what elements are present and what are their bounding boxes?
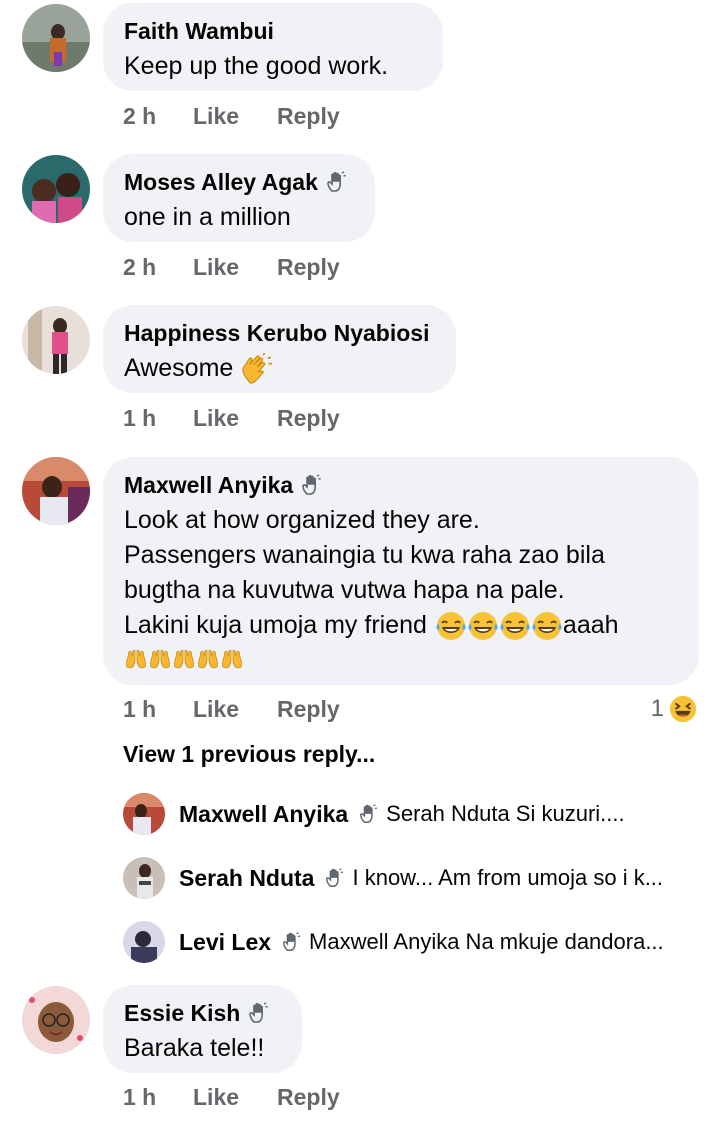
- comment-author[interactable]: Maxwell Anyika: [124, 471, 677, 499]
- avatar[interactable]: [22, 457, 90, 525]
- comment-time[interactable]: 1 h: [123, 1084, 193, 1111]
- comment-line: bugtha na kuvutwa vutwa hapa na pale.: [124, 576, 565, 604]
- like-button[interactable]: Like: [193, 1084, 277, 1111]
- reply-item[interactable]: Maxwell Anyika Serah Nduta Si kuzuri....: [123, 792, 703, 836]
- fan-badge-icon: [247, 1001, 271, 1025]
- avatar[interactable]: [22, 986, 90, 1054]
- comment-bubble: Maxwell Anyika Look at how organized the…: [103, 457, 699, 685]
- raised-hands-emoji: [148, 647, 172, 671]
- author-name: Maxwell Anyika: [124, 472, 294, 498]
- fan-badge-icon: [325, 170, 349, 194]
- comment-line: Look at how organized they are.: [124, 506, 480, 534]
- raised-hands-emoji: [220, 647, 244, 671]
- fan-badge-icon: [358, 803, 380, 825]
- reply-text: I know... Am from umoja so i k...: [352, 865, 664, 890]
- comment-text: one in a million: [124, 203, 291, 231]
- reply-item[interactable]: Serah Nduta I know... Am from umoja so i…: [123, 856, 703, 900]
- reaction-count[interactable]: 1: [651, 694, 698, 724]
- author-name: Moses Alley Agak: [124, 169, 318, 195]
- comment-actions: 1 h Like Reply: [123, 405, 340, 432]
- like-button[interactable]: Like: [193, 254, 277, 281]
- comment-author[interactable]: Faith Wambui: [124, 17, 421, 45]
- comment-line: Lakini kuja umoja my friend aaah: [124, 608, 677, 643]
- comment-text: Awesome: [124, 351, 434, 386]
- author-name: Essie Kish: [124, 1000, 241, 1026]
- comment-actions: 2 h Like Reply: [123, 254, 340, 281]
- comment-author[interactable]: Essie Kish: [124, 999, 280, 1027]
- comment-actions: 1 h Like Reply: [123, 1084, 340, 1111]
- avatar[interactable]: [123, 857, 165, 899]
- view-previous-replies[interactable]: View 1 previous reply...: [123, 741, 375, 768]
- reply-text: Maxwell Anyika Na mkuje dandora...: [309, 929, 664, 954]
- fan-badge-icon: [300, 473, 324, 497]
- laughing-reaction-icon: [668, 694, 698, 724]
- raised-hands-emoji: [196, 647, 220, 671]
- avatar[interactable]: [123, 793, 165, 835]
- comment-actions: 2 h Like Reply: [123, 103, 340, 130]
- comment-suffix: aaah: [562, 611, 619, 639]
- reply-button[interactable]: Reply: [277, 254, 340, 281]
- raised-hands-emoji: [124, 647, 148, 671]
- raised-hands-emoji: [172, 647, 196, 671]
- comment-bubble: Faith Wambui Keep up the good work.: [103, 3, 443, 91]
- reply-author[interactable]: Levi Lex: [179, 929, 271, 956]
- reply-author[interactable]: Serah Nduta: [179, 865, 314, 892]
- comment-time[interactable]: 1 h: [123, 696, 193, 723]
- reply-button[interactable]: Reply: [277, 1084, 340, 1111]
- comment-text-body: Awesome: [124, 354, 234, 382]
- comment-author[interactable]: Happiness Kerubo Nyabiosi: [124, 319, 434, 347]
- tears-of-joy-emoji: [467, 610, 499, 642]
- comment-bubble: Essie Kish Baraka tele!!: [103, 985, 302, 1073]
- clapping-hands-emoji: [240, 352, 274, 386]
- avatar[interactable]: [22, 306, 90, 374]
- like-button[interactable]: Like: [193, 696, 277, 723]
- comment-time[interactable]: 2 h: [123, 254, 193, 281]
- reply-button[interactable]: Reply: [277, 405, 340, 432]
- comment-line-text: Lakini kuja umoja my friend: [124, 611, 427, 639]
- like-button[interactable]: Like: [193, 103, 277, 130]
- reply-item[interactable]: Levi Lex Maxwell Anyika Na mkuje dandora…: [123, 920, 703, 964]
- comment-bubble: Moses Alley Agak one in a million: [103, 154, 375, 242]
- comment-text: Baraka tele!!: [124, 1034, 265, 1062]
- avatar[interactable]: [123, 921, 165, 963]
- fan-badge-icon: [281, 931, 303, 953]
- comment-text: Keep up the good work.: [124, 52, 389, 80]
- comment-time[interactable]: 1 h: [123, 405, 193, 432]
- like-button[interactable]: Like: [193, 405, 277, 432]
- tears-of-joy-emoji: [499, 610, 531, 642]
- avatar[interactable]: [22, 155, 90, 223]
- reaction-count-value: 1: [650, 695, 664, 722]
- reply-button[interactable]: Reply: [277, 696, 340, 723]
- tears-of-joy-emoji: [531, 610, 563, 642]
- tears-of-joy-emoji: [435, 610, 467, 642]
- comment-line: Passengers wanaingia tu kwa raha zao bil…: [124, 541, 605, 569]
- comment-author[interactable]: Moses Alley Agak: [124, 168, 353, 196]
- fan-badge-icon: [324, 867, 346, 889]
- comment-actions: 1 h Like Reply: [123, 696, 340, 723]
- avatar[interactable]: [22, 4, 90, 72]
- comment-time[interactable]: 2 h: [123, 103, 193, 130]
- reply-button[interactable]: Reply: [277, 103, 340, 130]
- reply-text: Serah Nduta Si kuzuri....: [386, 801, 625, 826]
- comment-text: Look at how organized they are. Passenge…: [124, 503, 677, 675]
- comment-bubble: Happiness Kerubo Nyabiosi Awesome: [103, 305, 456, 393]
- comment-line: [124, 643, 677, 675]
- reply-author[interactable]: Maxwell Anyika: [179, 801, 348, 828]
